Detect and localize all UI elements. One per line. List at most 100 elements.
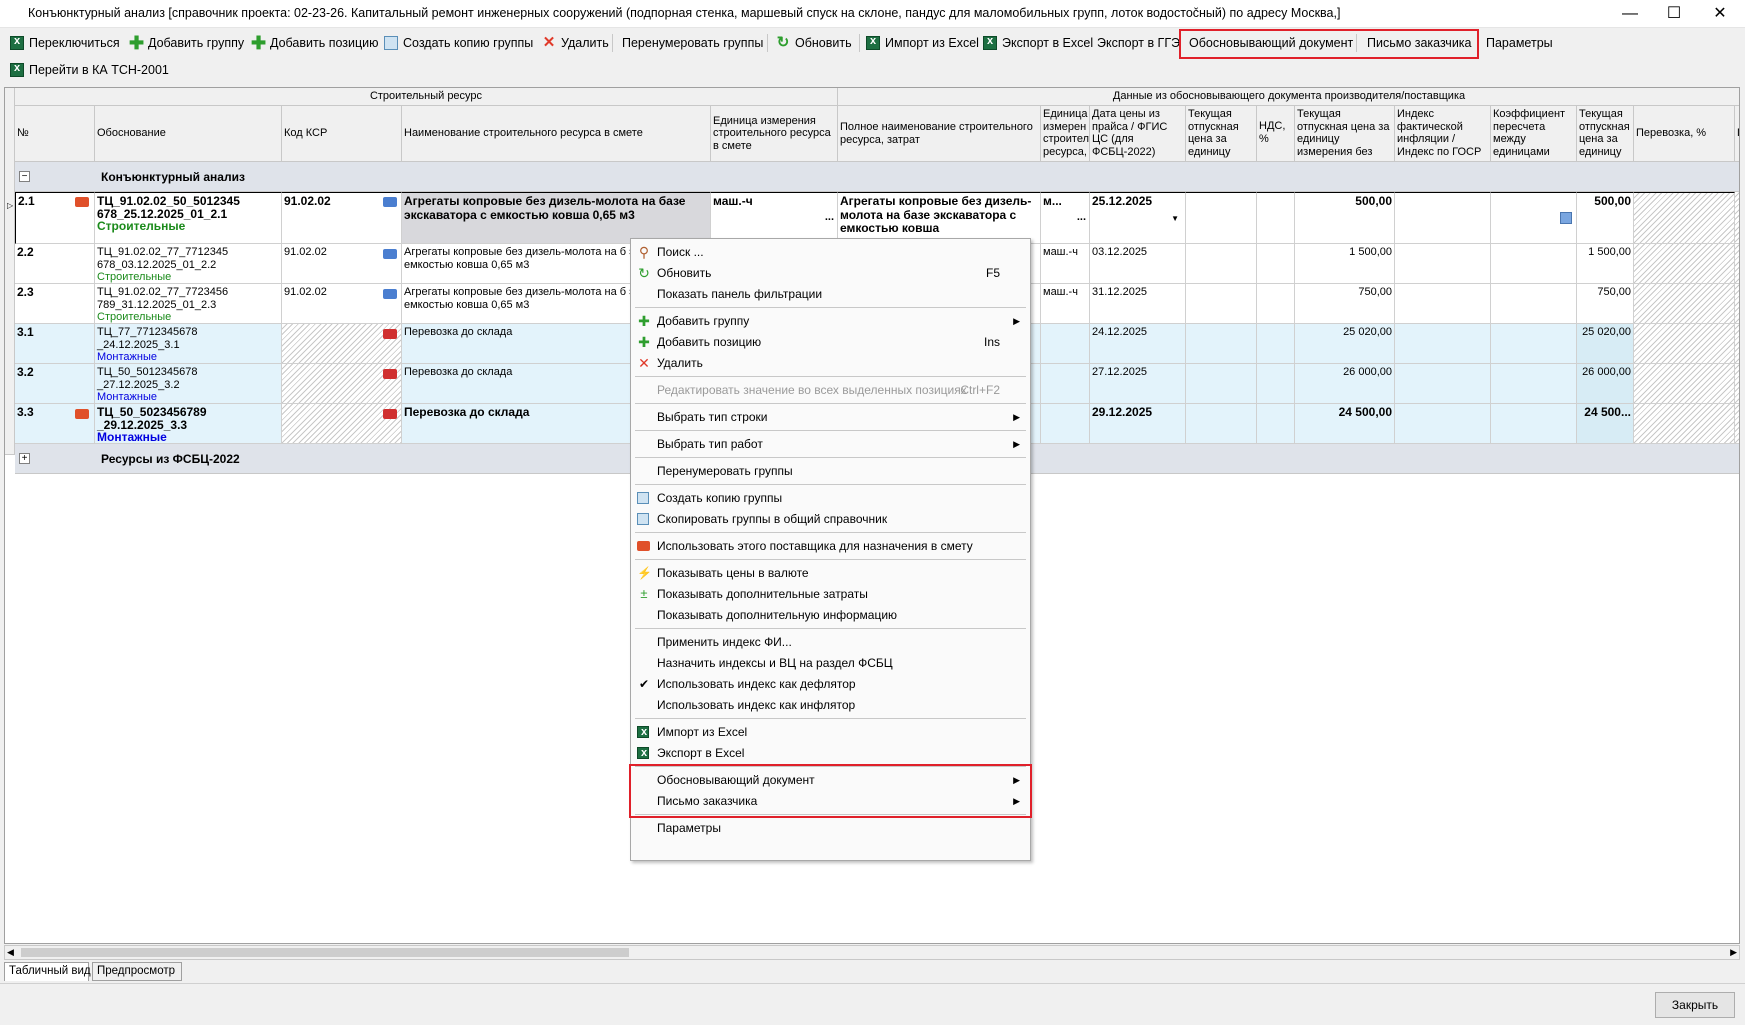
cell-infl-index[interactable] (1395, 404, 1491, 444)
cell-date[interactable]: 27.12.2025 (1090, 364, 1186, 404)
column-header-transport[interactable]: Перевозка, % (1634, 106, 1735, 162)
cell-unit2[interactable]: м...... (1041, 192, 1090, 244)
cell-date[interactable]: 25.12.2025 ▼ (1090, 192, 1186, 244)
menu-item-assign-indexes[interactable]: Назначить индексы и ВЦ на раздел ФСБЦ (633, 653, 1028, 673)
cell-full-name[interactable]: Агрегаты копровые без дизель-молота на б… (838, 192, 1041, 244)
cell-cur-price[interactable] (1186, 404, 1257, 444)
cell-unit2[interactable] (1041, 404, 1090, 444)
cell-unit2[interactable]: маш.-ч (1041, 244, 1090, 284)
menu-item-show-currency[interactable]: ⚡ Показывать цены в валюте (633, 563, 1028, 583)
goto-ka-button[interactable]: Перейти в КА ТСН-2001 (10, 57, 169, 83)
cell-unit2[interactable] (1041, 324, 1090, 364)
cell-basis[interactable]: ТЦ_91.02.02_77_7723456 789_31.12.2025_01… (95, 284, 282, 324)
cell-vat[interactable] (1257, 404, 1295, 444)
column-header-full-name[interactable]: Полное наименование строительного ресурс… (838, 106, 1041, 162)
cell-price-unit[interactable]: 26 000,00 (1295, 364, 1395, 404)
column-header-unit2[interactable]: Единица измерен строител ресурса, (1041, 106, 1090, 162)
cell-cur-price[interactable] (1186, 284, 1257, 324)
renumber-button[interactable]: Перенумеровать группы (622, 30, 763, 56)
add-position-button[interactable]: ✚ Добавить позицию (251, 30, 379, 56)
cell-coef[interactable] (1491, 192, 1577, 244)
tab-preview[interactable]: Предпросмотр (92, 962, 182, 981)
ellipsis-button[interactable]: ... (825, 211, 834, 224)
cell-infl-index[interactable] (1395, 192, 1491, 244)
close-window-button[interactable]: ✕ (1697, 0, 1743, 28)
menu-item-apply-index[interactable]: Применить индекс ФИ... (633, 632, 1028, 652)
column-header-cur-price2[interactable]: Текущая отпускная цена за единицу (1577, 106, 1634, 162)
cell-price2[interactable]: 24 500... (1577, 404, 1634, 444)
collapse-toggle[interactable]: − (19, 171, 30, 182)
cell-price2[interactable]: 750,00 (1577, 284, 1634, 324)
cell-vat[interactable] (1257, 244, 1295, 284)
cell-vat[interactable] (1257, 192, 1295, 244)
dropdown-arrow-icon[interactable]: ▼ (1171, 213, 1179, 226)
column-header-cur-price[interactable]: Текущая отпускная цена за единицу (1186, 106, 1257, 162)
ellipsis-button[interactable]: ... (1077, 211, 1086, 224)
cell-basis[interactable]: ТЦ_77_7712345678 _24.12.2025_3.1 Монтажны… (95, 324, 282, 364)
cell-infl-index[interactable] (1395, 244, 1491, 284)
column-header-coef[interactable]: Коэффициент пересчета между единицами (1491, 106, 1577, 162)
cell-infl-index[interactable] (1395, 324, 1491, 364)
cell-coef[interactable] (1491, 244, 1577, 284)
cell-date[interactable]: 24.12.2025 (1090, 324, 1186, 364)
cell-price2[interactable]: 26 000,00 (1577, 364, 1634, 404)
column-header-ksr[interactable]: Код КСР (282, 106, 402, 162)
scroll-right-icon[interactable]: ▶ (1730, 947, 1737, 958)
cell-coef[interactable] (1491, 404, 1577, 444)
column-header-unit[interactable]: Единица измерения строительного ресурса … (711, 106, 838, 162)
cell-price-unit[interactable]: 500,00 (1295, 192, 1395, 244)
scroll-left-icon[interactable]: ◀ (7, 947, 14, 958)
column-header-basis[interactable]: Обоснование (95, 106, 282, 162)
menu-item-show-extra-info[interactable]: Показывать дополнительную информацию (633, 605, 1028, 625)
menu-item-row-type[interactable]: Выбрать тип строки ▶ (633, 407, 1028, 427)
cell-infl-index[interactable] (1395, 364, 1491, 404)
cell-basis[interactable]: ТЦ_50_5023456789 _29.12.2025_3.3 Монтажны… (95, 404, 282, 444)
export-excel-button[interactable]: Экспорт в Excel (983, 30, 1093, 56)
cell-vat[interactable] (1257, 364, 1295, 404)
cell-basis[interactable]: ТЦ_50_5012345678 _27.12.2025_3.2 Монтажны… (95, 364, 282, 404)
cell-price2[interactable]: 25 020,00 (1577, 324, 1634, 364)
column-header-price-date[interactable]: Дата цены из прайса / ФГИС ЦС (для ФСБЦ-… (1090, 106, 1186, 162)
add-group-button[interactable]: ✚ Добавить группу (129, 30, 244, 56)
column-header-name[interactable]: Наименование строительного ресурса в сме… (402, 106, 711, 162)
refresh-button[interactable]: ↻ Обновить (776, 30, 852, 56)
menu-item-show-extra-costs[interactable]: ± Показывать дополнительные затраты (633, 584, 1028, 604)
cell-infl-index[interactable] (1395, 284, 1491, 324)
cell-vat[interactable] (1257, 324, 1295, 364)
menu-item-copy-group[interactable]: Создать копию группы (633, 488, 1028, 508)
cell-cur-price[interactable] (1186, 192, 1257, 244)
cell-date[interactable]: 03.12.2025 (1090, 244, 1186, 284)
close-button[interactable]: Закрыть (1655, 992, 1735, 1018)
params-button[interactable]: Параметры (1486, 30, 1553, 56)
cell-price-unit[interactable]: 1 500,00 (1295, 244, 1395, 284)
cell-unit2[interactable]: маш.-ч (1041, 284, 1090, 324)
cell-date[interactable]: 31.12.2025 (1090, 284, 1186, 324)
column-header-cur-price-unit[interactable]: Текущая отпускная цена за единицу измере… (1295, 106, 1395, 162)
cell-price-unit[interactable]: 750,00 (1295, 284, 1395, 324)
menu-item-index-inflator[interactable]: Использовать индекс как инфлятор (633, 695, 1028, 715)
cell-price2[interactable]: 500,00 (1577, 192, 1634, 244)
column-header-vat[interactable]: НДС, % (1257, 106, 1295, 162)
menu-item-params[interactable]: Параметры (633, 818, 1028, 838)
column-header-p[interactable]: П (1735, 106, 1739, 162)
cell-coef[interactable] (1491, 284, 1577, 324)
cell-name[interactable]: Агрегаты копровые без дизель-молота на б… (402, 192, 711, 244)
cell-price-unit[interactable]: 24 500,00 (1295, 404, 1395, 444)
expand-toggle[interactable]: + (19, 453, 30, 464)
tab-table-view[interactable]: Табличный вид (4, 962, 91, 981)
menu-item-renumber[interactable]: Перенумеровать группы (633, 461, 1028, 481)
import-excel-button[interactable]: Импорт из Excel (866, 30, 979, 56)
calculator-icon[interactable] (1560, 212, 1572, 224)
cell-basis[interactable]: ТЦ_91.02.02_77_7712345 678_03.12.2025_01… (95, 244, 282, 284)
cell-unit[interactable]: маш.-ч... (711, 192, 838, 244)
table-row[interactable]: 2.1 ТЦ_91.02.02_50_5012345 678_25.12.202… (15, 192, 1739, 244)
export-gge-button[interactable]: Экспорт в ГГЭ (1097, 30, 1180, 56)
group-row-konyunkturny[interactable]: − Конъюнктурный анализ (15, 162, 1739, 192)
menu-item-delete[interactable]: ✕ Удалить (633, 353, 1028, 373)
menu-item-filter-panel[interactable]: Показать панель фильтрации (633, 284, 1028, 304)
scroll-thumb[interactable] (21, 948, 629, 957)
cell-price2[interactable]: 1 500,00 (1577, 244, 1634, 284)
switch-button[interactable]: Переключиться (10, 30, 120, 56)
cell-basis[interactable]: ТЦ_91.02.02_50_5012345 678_25.12.2025_01… (95, 192, 282, 244)
cell-cur-price[interactable] (1186, 324, 1257, 364)
